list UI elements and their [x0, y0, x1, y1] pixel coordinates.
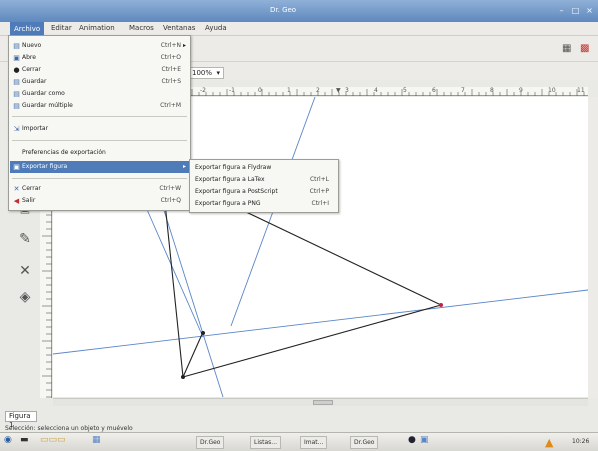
eraser-tool-icon[interactable]: ◈	[16, 288, 34, 306]
point-vertex-bottom[interactable]	[181, 375, 185, 379]
task-button-1[interactable]: Dr.Geo	[196, 436, 225, 449]
network-icon[interactable]: ●	[408, 435, 416, 445]
minimize-icon[interactable]: –	[556, 5, 567, 16]
line-crossing[interactable]	[144, 204, 204, 338]
ruler-tick-label: 0	[258, 87, 262, 94]
menu-item-salir[interactable]: ◀ Salir Ctrl+Q	[10, 195, 189, 207]
triangle-side-c[interactable]	[182, 304, 442, 378]
menu-item-cerrar[interactable]: ✕ Cerrar Ctrl+W	[10, 183, 189, 195]
import-icon: ⇲	[13, 125, 20, 133]
close-doc-icon: ●	[13, 66, 20, 74]
edit-tool-icon[interactable]: ✎	[16, 230, 34, 248]
close-icon[interactable]: ×	[584, 5, 595, 16]
vertical-scrollbar[interactable]	[588, 97, 598, 398]
grid-icon[interactable]: ▦	[562, 44, 572, 54]
tab-figura-1[interactable]: Figura 1	[5, 411, 37, 429]
menu-animation[interactable]: Animation	[76, 24, 118, 32]
menu-item-preferencias-exportacion[interactable]: Preferencias de exportación	[10, 147, 189, 159]
task-button-2[interactable]: Listas...	[250, 436, 282, 449]
export-submenu: Exportar figura a Flydraw Exportar figur…	[189, 159, 339, 213]
toolbox: ▣ ✎ ✕ ◈	[14, 200, 38, 310]
submenu-item-flydraw[interactable]: Exportar figura a Flydraw	[191, 162, 337, 174]
layout-icon[interactable]: ▩	[580, 44, 590, 54]
quicklaunch-icons[interactable]: ▭▭▭	[40, 435, 66, 445]
ruler-tick-label: 5	[403, 87, 407, 94]
new-file-icon: ▤	[13, 42, 20, 50]
window-titlebar: Dr. Geo – □ ×	[0, 0, 598, 22]
submenu-item-png[interactable]: Exportar figura a PNG Ctrl+I	[191, 198, 337, 210]
menu-macros[interactable]: Macros	[126, 24, 157, 32]
ruler-tick-label: 10	[548, 87, 556, 94]
line-steep-left[interactable]	[160, 200, 224, 397]
maximize-icon[interactable]: □	[570, 5, 581, 16]
menu-separator	[12, 116, 187, 117]
show-desktop-icon[interactable]: ▬	[20, 435, 29, 445]
menu-item-abre[interactable]: ▣ Abre Ctrl+O	[10, 52, 189, 64]
menu-item-guardar-como[interactable]: ▤ Guardar como	[10, 88, 189, 100]
save-icon: ▤	[13, 78, 20, 86]
print-icon: ✕	[13, 185, 20, 193]
ruler-tick-label: 4	[374, 87, 378, 94]
clock: 10:26	[572, 438, 590, 445]
ruler-tick-label: 8	[490, 87, 494, 94]
ruler-tick-label: 6	[432, 87, 436, 94]
menu-item-guardar-multiple[interactable]: ▤ Guardar múltiple Ctrl+M	[10, 100, 189, 112]
save-multiple-icon: ▤	[13, 102, 20, 110]
file-menu-dropdown: ▤ Nuevo Ctrl+N ▸ ▣ Abre Ctrl+O ● Cerrar …	[8, 35, 191, 211]
ruler-tick-label: -2	[200, 87, 206, 94]
menu-archivo[interactable]: Archivo	[10, 22, 45, 36]
menubar: Archivo Editar Animation Macros Ventanas…	[0, 22, 598, 36]
ruler-tick-label: 9	[519, 87, 523, 94]
quit-icon: ◀	[13, 197, 20, 205]
line-near-horizontal[interactable]	[53, 289, 588, 355]
ruler-tick-label: 7	[461, 87, 465, 94]
triangle-side-a[interactable]	[164, 202, 184, 378]
submenu-arrow-icon: ▸	[182, 163, 186, 170]
window-title: Dr. Geo	[270, 6, 297, 14]
menu-ventanas[interactable]: Ventanas	[160, 24, 198, 32]
submenu-item-latex[interactable]: Exportar figura a LaTex Ctrl+L	[191, 174, 337, 186]
menu-item-importar[interactable]: ⇲ Importar	[10, 123, 189, 135]
zoom-value: 100%	[192, 69, 213, 77]
menu-item-exportar-figura[interactable]: ▣ Exportar figura ▸	[10, 161, 189, 173]
ruler-tick-label: 1	[287, 87, 291, 94]
menu-separator	[12, 140, 187, 141]
submenu-arrow-icon: ▸	[182, 42, 186, 49]
menu-ayuda[interactable]: Ayuda	[202, 24, 230, 32]
ruler-tick-label: 2	[316, 87, 320, 94]
zoom-select[interactable]: 100% ▾	[188, 67, 224, 79]
taskbar: ◉ ▬ ▭▭▭ ▦ Dr.Geo Listas... Imat... Dr.Ge…	[0, 432, 598, 451]
warning-icon[interactable]: ▲	[545, 436, 553, 449]
task-button-3[interactable]: Imat...	[300, 436, 328, 449]
workspace-switcher-icon[interactable]: ▦	[92, 435, 101, 445]
triangle-side-b[interactable]	[222, 200, 442, 306]
save-as-icon: ▤	[13, 90, 20, 98]
ruler-tick-label: -1	[229, 87, 235, 94]
menu-separator	[12, 178, 187, 179]
horizontal-scrollbar[interactable]	[53, 398, 588, 406]
menu-editar[interactable]: Editar	[48, 24, 75, 32]
ruler-tick-label: 11	[577, 87, 585, 94]
horizontal-scroll-thumb[interactable]	[313, 400, 333, 405]
submenu-item-postscript[interactable]: Exportar figura a PostScript Ctrl+P	[191, 186, 337, 198]
point-intersection[interactable]	[201, 331, 205, 335]
menu-item-guardar[interactable]: ▤ Guardar Ctrl+S	[10, 76, 189, 88]
delete-tool-icon[interactable]: ✕	[16, 262, 34, 280]
start-menu-icon[interactable]: ◉	[4, 435, 12, 445]
tray-icon[interactable]: ▣	[420, 435, 429, 445]
export-icon: ▣	[13, 163, 20, 171]
ruler-tick-label: 3	[345, 87, 349, 94]
menu-item-cerrar-doc[interactable]: ● Cerrar Ctrl+E	[10, 64, 189, 76]
triangle-segment-inner[interactable]	[182, 331, 204, 378]
chevron-down-icon: ▾	[216, 69, 220, 77]
point-vertex-right[interactable]	[439, 303, 443, 307]
menu-item-nuevo[interactable]: ▤ Nuevo Ctrl+N ▸	[10, 40, 189, 52]
ruler-origin-marker: ▼	[336, 87, 341, 94]
open-folder-icon: ▣	[13, 54, 20, 62]
task-button-4[interactable]: Dr.Geo	[350, 436, 379, 449]
status-text: Selección: selecciona un objeto y muével…	[5, 425, 133, 432]
